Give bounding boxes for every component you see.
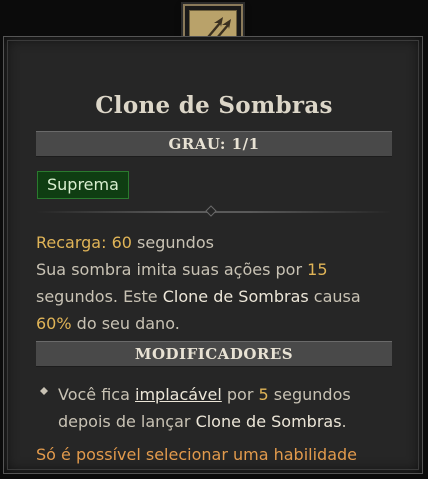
description-text: causa xyxy=(313,287,361,306)
modifier-text-part: segundos xyxy=(273,385,351,404)
rank-bar: GRAU: 1/1 xyxy=(36,131,392,157)
cooldown-label: Recarga: xyxy=(36,233,107,252)
skill-title: Clone de Sombras xyxy=(95,92,333,119)
modifier-line-2: depois de lançar Clone de Sombras. xyxy=(58,408,392,435)
bullet-diamond-icon xyxy=(40,387,48,395)
skill-reference: Clone de Sombras xyxy=(162,287,309,306)
modifier-text-part: por xyxy=(226,385,254,404)
duration-value: 15 xyxy=(307,260,328,279)
description-text: segundos. Este xyxy=(36,287,158,306)
modifier-item: Você fica implacável por 5 segundos depo… xyxy=(36,381,392,435)
description-line-3: segundos. Este Clone de Sombras causa xyxy=(36,283,392,310)
cooldown-line: Recarga: 60 segundos xyxy=(36,229,392,256)
description-text: do seu dano. xyxy=(76,314,180,333)
modifier-seconds: 5 xyxy=(258,385,269,404)
cooldown-unit: segundos xyxy=(137,233,214,252)
modifiers-header: MODIFICADORES xyxy=(36,341,392,367)
skill-description: Recarga: 60 segundos Sua sombra imita su… xyxy=(36,229,392,337)
modifier-skill-reference: Clone de Sombras xyxy=(195,412,342,431)
damage-percent: 60% xyxy=(36,314,72,333)
cooldown-value: 60 xyxy=(111,233,132,252)
modifier-text-part: . xyxy=(341,412,347,431)
selection-note: Só é possível selecionar uma habilidade xyxy=(36,445,357,464)
modifier-text-part: depois de lançar xyxy=(58,412,191,431)
description-line-2: Sua sombra imita suas ações por 15 xyxy=(36,256,392,283)
divider-diamond-icon xyxy=(205,205,217,217)
tier-badge: Suprema xyxy=(37,171,129,199)
unstoppable-keyword[interactable]: implacável xyxy=(135,385,222,404)
modifier-line-1: Você fica implacável por 5 segundos xyxy=(58,381,392,408)
description-text: Sua sombra imita suas ações por xyxy=(36,260,303,279)
modifier-text-part: Você fica xyxy=(58,385,130,404)
modifier-text: Você fica implacável por 5 segundos depo… xyxy=(36,381,392,435)
description-line-4: 60% do seu dano. xyxy=(36,310,392,337)
